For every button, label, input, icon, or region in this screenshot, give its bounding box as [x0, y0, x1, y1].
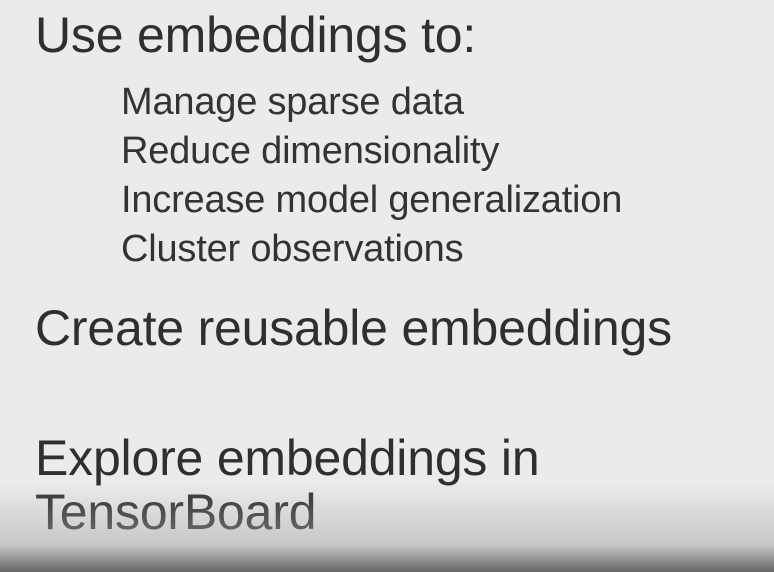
slide: Use embeddings to: Manage sparse data Re…: [0, 0, 774, 572]
heading-create-reusable-embeddings: Create reusable embeddings: [35, 300, 672, 356]
heading-explore-embeddings: Explore embeddings in TensorBoard: [35, 430, 540, 540]
list-item: Increase model generalization: [121, 179, 623, 221]
bullet-list: Manage sparse data Reduce dimensionality…: [121, 78, 622, 274]
list-item: Reduce dimensionality: [121, 130, 500, 172]
heading-use-embeddings: Use embeddings to:: [35, 7, 477, 63]
list-item: Manage sparse data: [121, 81, 464, 123]
list-item: Cluster observations: [121, 228, 464, 270]
heading-line-1: Explore embeddings in: [35, 430, 540, 486]
heading-line-2: TensorBoard: [35, 484, 317, 540]
